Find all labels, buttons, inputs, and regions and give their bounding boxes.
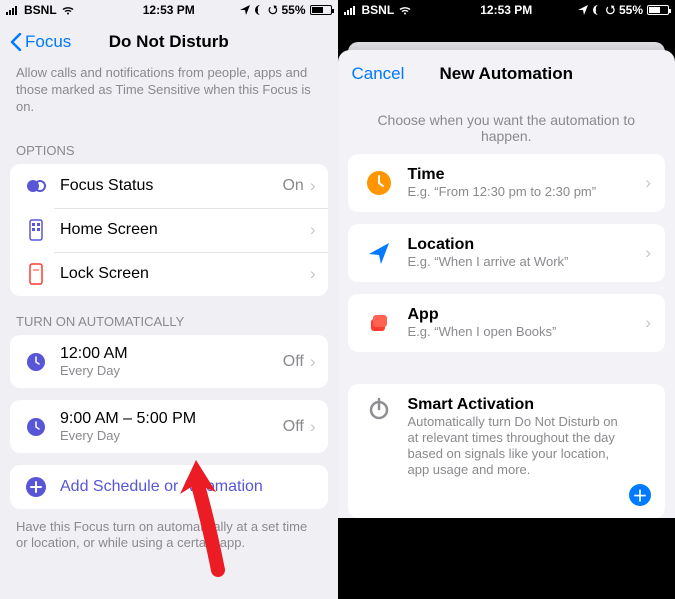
card-location[interactable]: Location E.g. “When I arrive at Work” › — [348, 224, 666, 282]
chevron-right-icon: › — [645, 313, 651, 333]
row-lock-screen[interactable]: Lock Screen › — [10, 252, 328, 296]
schedule-time: 12:00 AM — [60, 345, 283, 363]
add-schedule: Add Schedule or Automation — [10, 465, 328, 509]
schedule-2: 9:00 AM – 5:00 PM Every Day Off › — [10, 400, 328, 453]
page-title: Do Not Disturb — [0, 32, 338, 52]
schedule-1: 12:00 AM Every Day Off › — [10, 335, 328, 388]
row-value: On — [282, 177, 303, 195]
clock-icon — [22, 351, 50, 373]
battery-icon — [647, 5, 669, 15]
sheet-title: New Automation — [338, 64, 675, 84]
battery-icon — [310, 5, 332, 15]
chevron-right-icon: › — [645, 173, 651, 193]
row-home-screen[interactable]: Home Screen › — [10, 208, 328, 252]
status-bar: BSNL 12:53 PM ⭯ 55% — [0, 0, 338, 20]
card-sub: E.g. “When I arrive at Work” — [408, 254, 646, 270]
plus-circle-icon — [22, 476, 50, 498]
nav-bar: Focus Do Not Disturb — [0, 20, 338, 64]
chevron-right-icon: › — [310, 176, 316, 196]
row-label: Focus Status — [60, 177, 282, 195]
status-bar: BSNL 12:53 PM ⭯ 55% — [338, 0, 675, 20]
section-header-options: OPTIONS — [0, 125, 338, 164]
clock-label: 12:53 PM — [0, 3, 338, 17]
row-label: Home Screen — [60, 221, 310, 239]
card-time[interactable]: Time E.g. “From 12:30 pm to 2:30 pm” › — [348, 154, 666, 212]
card-sub: E.g. “When I open Books” — [408, 324, 646, 340]
focus-status-icon — [22, 175, 50, 197]
options-list: Focus Status On › Home Screen › Lock Scr… — [10, 164, 328, 296]
add-label: Add Schedule or Automation — [60, 478, 263, 496]
schedule-value: Off — [283, 418, 304, 436]
home-screen-icon — [22, 219, 50, 241]
chevron-right-icon: › — [310, 352, 316, 372]
chevron-right-icon: › — [310, 264, 316, 284]
right-screen: BSNL 12:53 PM ⭯ 55% Cancel New Automatio… — [338, 0, 675, 599]
card-title: App — [408, 306, 646, 324]
card-sub: Automatically turn Do Not Disturb on at … — [408, 414, 622, 478]
card-title: Smart Activation — [408, 396, 622, 414]
row-focus-status[interactable]: Focus Status On › — [10, 164, 328, 208]
chevron-right-icon: › — [310, 417, 316, 437]
plus-badge-icon[interactable]: ＋ — [629, 484, 651, 506]
card-sub: E.g. “From 12:30 pm to 2:30 pm” — [408, 184, 646, 200]
chevron-right-icon: › — [310, 220, 316, 240]
card-app[interactable]: App E.g. “When I open Books” › — [348, 294, 666, 352]
chevron-right-icon: › — [645, 243, 651, 263]
clock-label: 12:53 PM — [338, 3, 675, 17]
sheet-nav: Cancel New Automation — [338, 50, 675, 98]
card-title: Location — [408, 236, 646, 254]
left-screen: BSNL 12:53 PM ⭯ 55% Focus Do Not Disturb… — [0, 0, 338, 599]
power-icon — [362, 396, 396, 422]
footer-note: Have this Focus turn on automatically at… — [0, 509, 338, 561]
truncated-description: Allow calls and notifications from peopl… — [0, 64, 338, 125]
lock-screen-icon — [22, 263, 50, 285]
section-header-auto: TURN ON AUTOMATICALLY — [0, 296, 338, 335]
card-smart-activation[interactable]: Smart Activation Automatically turn Do N… — [348, 384, 666, 518]
schedule-row[interactable]: 12:00 AM Every Day Off › — [10, 335, 328, 388]
schedule-row[interactable]: 9:00 AM – 5:00 PM Every Day Off › — [10, 400, 328, 453]
schedule-value: Off — [283, 353, 304, 371]
schedule-sub: Every Day — [60, 363, 283, 378]
card-title: Time — [408, 166, 646, 184]
sheet-hint: Choose when you want the automation to h… — [338, 98, 675, 154]
row-label: Lock Screen — [60, 265, 310, 283]
add-schedule-button[interactable]: Add Schedule or Automation — [10, 465, 328, 509]
schedule-time: 9:00 AM – 5:00 PM — [60, 410, 283, 428]
app-stack-icon — [362, 310, 396, 336]
schedule-sub: Every Day — [60, 428, 283, 443]
modal-sheet: Cancel New Automation Choose when you wa… — [338, 50, 675, 518]
location-arrow-icon — [362, 240, 396, 266]
time-icon — [362, 169, 396, 197]
clock-icon — [22, 416, 50, 438]
